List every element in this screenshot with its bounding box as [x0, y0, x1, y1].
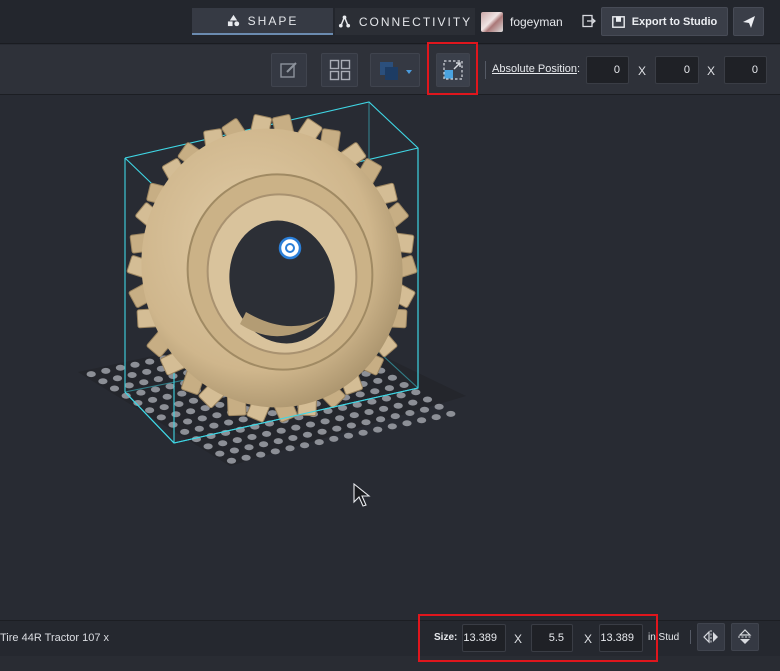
grid-icon [329, 59, 350, 81]
unit-label: in Stud [648, 632, 680, 643]
position-separator: X [707, 64, 716, 78]
send-button[interactable] [733, 7, 764, 36]
size-y-field[interactable]: 5.5 [531, 624, 573, 652]
tab-connectivity-label: CONNECTIVITY [358, 14, 473, 29]
export-to-studio-button[interactable]: Export to Studio [601, 7, 728, 36]
tab-connectivity[interactable]: CONNECTIVITY [335, 8, 475, 35]
position-y-field[interactable]: 0 [655, 56, 699, 84]
connectivity-icon [338, 15, 350, 28]
resize-icon [443, 60, 463, 80]
size-x-field[interactable]: 13.389 [462, 624, 506, 652]
size-z-field[interactable]: 13.389 [599, 624, 643, 652]
mouse-cursor-icon [353, 482, 371, 507]
size-separator: X [584, 632, 593, 646]
color-picker-button[interactable] [370, 53, 420, 87]
footer-strip [0, 656, 780, 671]
mirror-horizontal-icon [703, 630, 718, 644]
absolute-position-label[interactable]: Absolute Position: [492, 63, 580, 75]
exit-icon[interactable] [582, 14, 596, 28]
toolbar-divider [485, 61, 486, 79]
color-icon [380, 62, 412, 80]
size-separator: X [514, 632, 523, 646]
username[interactable]: fogeyman [510, 15, 563, 29]
edit-button[interactable] [271, 53, 307, 87]
size-label: Size: [434, 632, 458, 643]
tab-shape[interactable]: SHAPE [192, 8, 333, 35]
edit-icon [280, 62, 297, 78]
top-bar: SHAPE CONNECTIVITY fogeyman Export to St… [0, 0, 780, 44]
mirror-horizontal-button[interactable] [697, 623, 725, 651]
pivot-handle-icon[interactable] [278, 236, 302, 260]
part-name: Tire 44R Tractor 107 x [0, 632, 110, 644]
3d-viewport[interactable] [0, 96, 780, 620]
position-z-field[interactable]: 0 [724, 56, 767, 84]
avatar[interactable] [481, 12, 503, 32]
mirror-vertical-icon [738, 629, 752, 644]
export-label: Export to Studio [631, 15, 718, 28]
mirror-vertical-button[interactable] [731, 623, 759, 651]
send-icon [742, 15, 755, 28]
studio-icon [611, 15, 625, 28]
tab-shape-label: SHAPE [247, 13, 299, 28]
toolbar: Absolute Position: 0 X 0 X 0 [0, 45, 780, 95]
viewport-scene [78, 101, 466, 507]
layout-grid-button[interactable] [321, 53, 358, 87]
shape-icon [227, 14, 239, 27]
position-x-field[interactable]: 0 [586, 56, 629, 84]
status-divider [690, 630, 691, 644]
position-separator: X [638, 64, 647, 78]
resize-button[interactable] [436, 53, 470, 87]
